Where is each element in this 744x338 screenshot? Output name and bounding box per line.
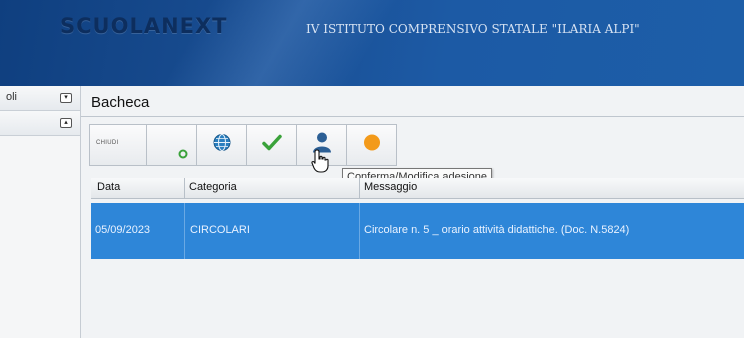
cell-categoria: CIRCOLARI [190,224,250,236]
close-button-label: CHIUDI [96,140,119,146]
publish-web-button[interactable] [196,124,247,166]
expand-toggle-icon[interactable]: ▴ [60,118,72,128]
sidebar: oli ▾ ▴ [0,86,81,338]
collapse-toggle-icon[interactable]: ▾ [60,93,72,103]
status-button[interactable] [346,124,397,166]
column-divider [184,178,185,198]
attachment-icon [178,146,188,164]
app-header: SCUOLANEXT IV ISTITUTO COMPRENSIVO STATA… [0,0,744,86]
brand-logo: SCUOLANEXT [60,14,228,38]
cell-messaggio: Circolare n. 5 _ orario attività didatti… [364,224,630,236]
toolbar: CHIUDI [89,124,397,166]
mark-read-button[interactable] [246,124,297,166]
header-decoration [150,0,410,86]
sidebar-item[interactable]: ▴ [0,111,80,136]
close-button[interactable]: CHIUDI [89,124,147,166]
column-divider [359,203,360,259]
table-row[interactable]: 05/09/2023 CIRCOLARI Circolare n. 5 _ or… [91,203,744,259]
column-divider [359,178,360,198]
column-divider [184,203,185,259]
checkmark-icon [261,134,282,157]
orange-circle-icon [363,134,381,157]
globe-icon [213,134,231,157]
mouse-pointer-icon [311,149,329,178]
column-header-categoria[interactable]: Categoria [189,181,237,193]
attachment-button[interactable] [146,124,197,166]
page-title: Bacheca [91,94,150,111]
school-name: IV ISTITUTO COMPRENSIVO STATALE "ILARIA … [306,22,640,36]
table-header: Data Categoria Messaggio [91,178,744,199]
cell-data: 05/09/2023 [95,224,151,236]
sidebar-item[interactable]: oli ▾ [0,86,80,111]
divider [81,116,744,117]
main-panel: Bacheca CHIUDI Conferma/Modifica adesion… [81,86,744,338]
column-header-messaggio[interactable]: Messaggio [364,181,417,193]
column-header-data[interactable]: Data [97,181,120,193]
sidebar-item-label: oli [6,91,18,103]
